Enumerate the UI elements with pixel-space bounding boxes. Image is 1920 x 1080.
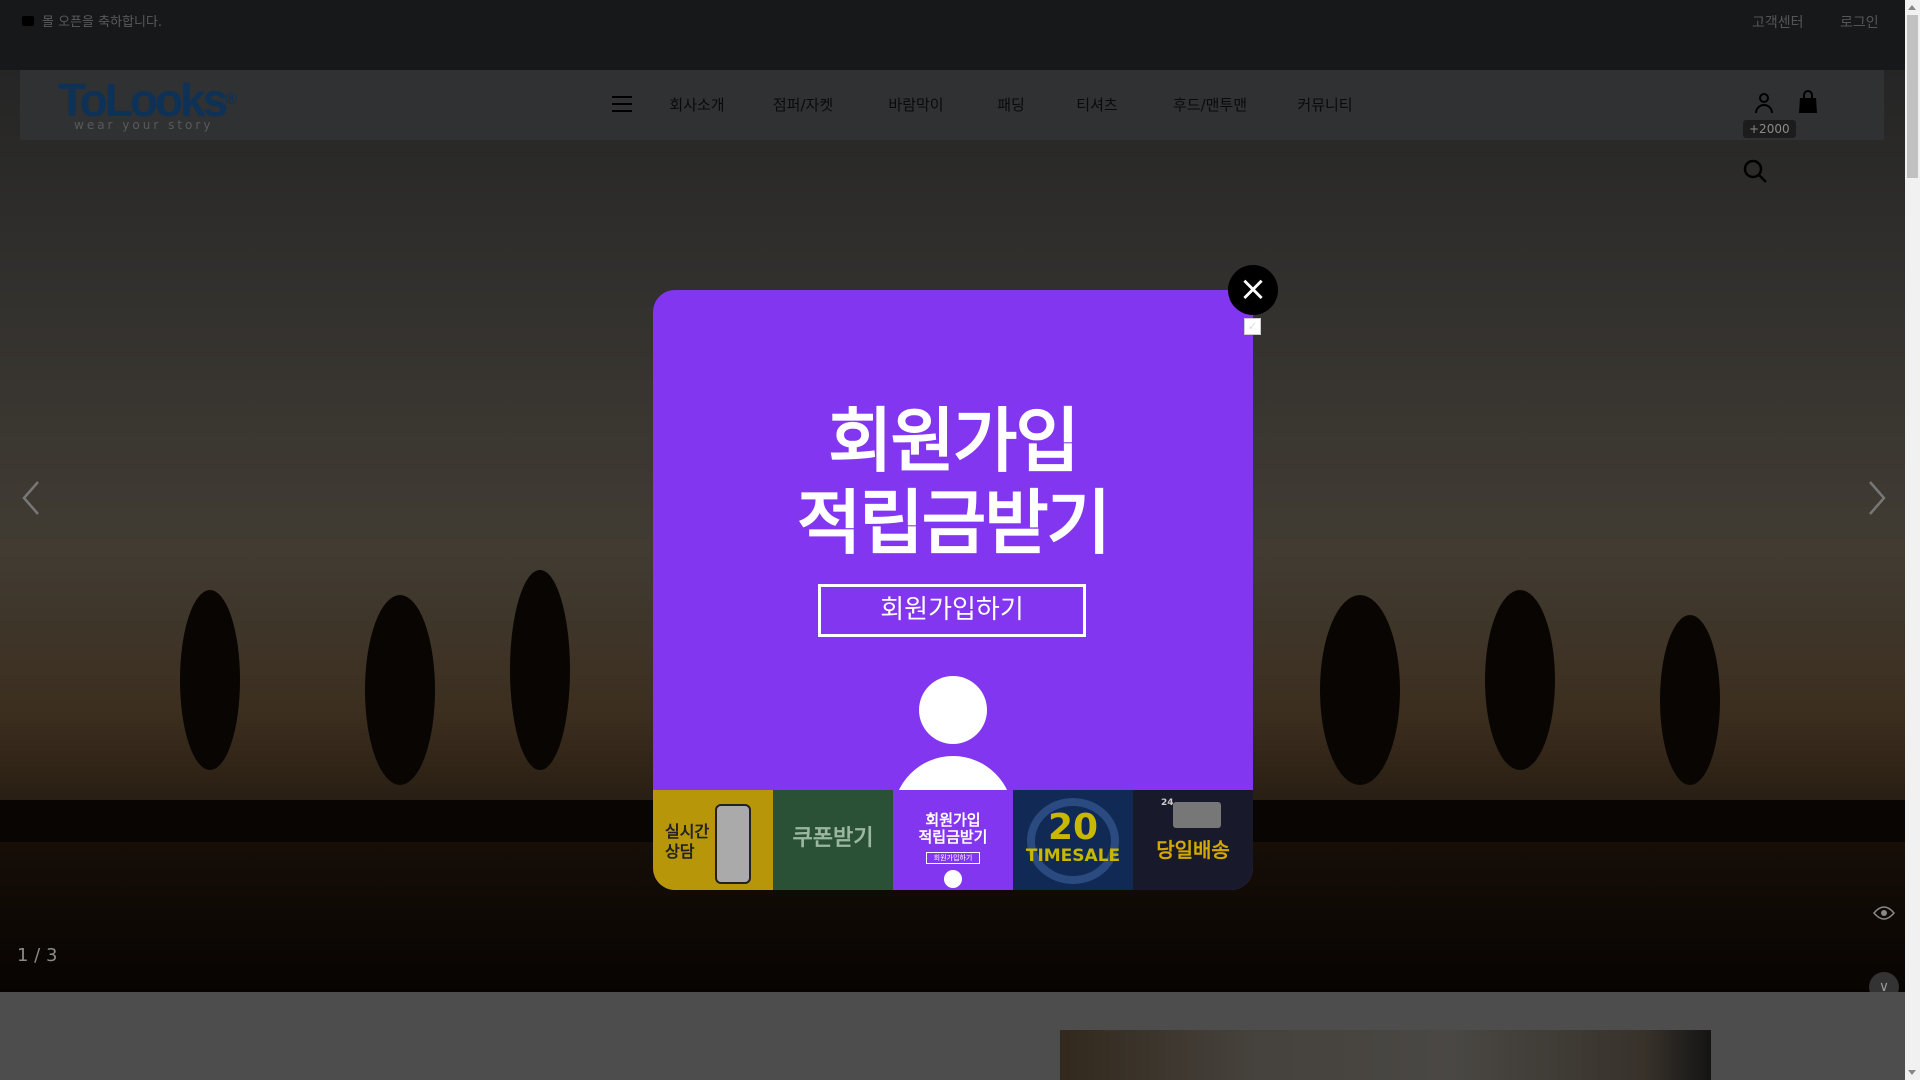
logo-reg: ® — [225, 91, 237, 108]
nav-item[interactable]: 티셔츠 — [1076, 94, 1117, 115]
thumb-text: 상담 — [665, 842, 695, 861]
nav-item[interactable]: 후드/맨투맨 — [1173, 94, 1247, 115]
thumb-text: 20 — [1047, 807, 1099, 848]
dont-show-again-checkbox[interactable]: ✓ — [1244, 318, 1261, 335]
thumb-text: 회원가입하기 — [926, 852, 980, 864]
thumb-text: TIMESALE — [1025, 846, 1121, 866]
thumb-same-day-delivery[interactable]: 24 당일배송 — [1133, 790, 1253, 890]
scroll-down-arrow[interactable] — [1908, 1070, 1916, 1075]
top-bar: 몰 오픈을 축하합니다. 고객센터 로그인 — [0, 0, 1905, 70]
eye-icon[interactable] — [1873, 905, 1895, 921]
thumb-coupon[interactable]: 쿠폰받기 — [773, 790, 893, 890]
person-icon-head — [919, 676, 987, 744]
thumb-text: 당일배송 — [1156, 838, 1230, 862]
thumb-text: 24 — [1161, 798, 1174, 808]
person-icon — [944, 870, 962, 888]
scroll-up-arrow[interactable] — [1908, 5, 1916, 10]
header: ToLooks® wear your story 회사소개 점퍼/자켓 바람막이… — [20, 70, 1884, 140]
prev-slide-arrow[interactable] — [16, 478, 46, 518]
popup-title-line1: 회원가입 — [828, 400, 1080, 482]
signup-popup: 회원가입 적립금받기 회원가입하기 실시간 상담 쿠폰받기 회원가입 적립금받기 … — [653, 290, 1253, 890]
popup-title: 회원가입 적립금받기 — [653, 400, 1253, 564]
notice-text: 몰 오픈을 축하합니다. — [42, 15, 163, 30]
next-slide-arrow[interactable] — [1862, 478, 1892, 518]
logo-tagline: wear your story — [74, 118, 214, 132]
cart-bag-icon[interactable] — [1798, 90, 1818, 114]
menu-icon[interactable] — [612, 96, 632, 112]
close-popup-button[interactable]: × — [1228, 265, 1278, 315]
thumb-signup[interactable]: 회원가입 적립금받기 회원가입하기 — [893, 790, 1013, 890]
page-scrollbar[interactable] — [1905, 0, 1920, 1080]
nav-item[interactable]: 점퍼/자켓 — [773, 94, 833, 115]
notice[interactable]: 몰 오픈을 축하합니다. — [22, 11, 162, 30]
truck-icon — [1173, 802, 1221, 828]
scrollbar-thumb[interactable] — [1907, 15, 1918, 178]
nav-item[interactable]: 회사소개 — [669, 94, 724, 115]
nav-item[interactable]: 패딩 — [997, 94, 1025, 115]
slide-counter: 1 / 3 — [17, 945, 58, 966]
notice-icon — [22, 15, 34, 26]
thumb-timesale[interactable]: 20 TIMESALE — [1013, 790, 1133, 890]
customer-center-menu[interactable]: 고객센터 — [1752, 12, 1804, 32]
nav-item[interactable]: 커뮤니티 — [1297, 94, 1352, 115]
thumb-live-chat[interactable]: 실시간 상담 — [653, 790, 773, 890]
popup-thumbnails: 실시간 상담 쿠폰받기 회원가입 적립금받기 회원가입하기 20 TIMESALE… — [653, 790, 1253, 890]
content-section — [0, 992, 1905, 1080]
product-image[interactable] — [1060, 1030, 1711, 1080]
login-link[interactable]: 로그인 — [1840, 12, 1879, 32]
popup-title-line2: 적립금받기 — [797, 482, 1111, 564]
user-icon[interactable] — [1753, 92, 1775, 114]
search-icon[interactable] — [1742, 158, 1768, 184]
thumb-text: 회원가입 — [925, 811, 981, 829]
thumb-text: 쿠폰받기 — [792, 826, 874, 851]
points-badge: +2000 — [1743, 120, 1796, 138]
thumb-text: 실시간 — [665, 822, 710, 841]
thumb-text: 적립금받기 — [918, 828, 988, 846]
phone-icon — [715, 804, 751, 884]
logo[interactable]: ToLooks® wear your story — [58, 76, 237, 132]
nav-item[interactable]: 바람막이 — [888, 94, 943, 115]
signup-button[interactable]: 회원가입하기 — [818, 584, 1086, 637]
